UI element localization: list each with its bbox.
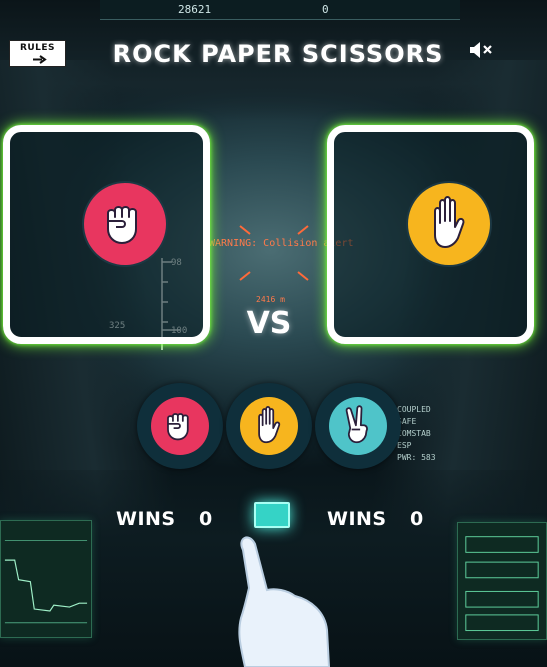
rules-button[interactable]: RULES xyxy=(9,40,66,67)
player-pick-ring xyxy=(82,181,168,267)
fist-icon xyxy=(151,397,209,455)
game-title: ROCK PAPER SCISSORS xyxy=(112,40,444,68)
fist-icon xyxy=(84,183,166,265)
house-pick-card xyxy=(327,125,534,344)
rock-choice-button[interactable] xyxy=(137,383,223,469)
systems-item: COMSTAB xyxy=(397,429,431,438)
left-console-screen xyxy=(0,520,92,638)
systems-item: PWR: 583 xyxy=(397,453,436,462)
speaker-muted-icon[interactable] xyxy=(468,40,494,60)
right-screen-bars xyxy=(465,536,539,632)
peace-hand-icon xyxy=(329,397,387,455)
house-pick-ring xyxy=(406,181,492,267)
house-wins-value: 0 xyxy=(410,508,424,530)
rules-label: RULES xyxy=(19,43,56,53)
hud-top-bar: 28621 0 xyxy=(100,0,460,20)
systems-item: SAFE xyxy=(397,417,417,426)
targeting-reticle xyxy=(239,225,309,281)
player-wins-value: 0 xyxy=(199,508,213,530)
left-screen-graph xyxy=(4,540,88,624)
right-console-screen xyxy=(457,522,547,640)
hud-top-number-right: 0 xyxy=(322,3,329,16)
systems-list: COUPLED SAFE COMSTAB ESP PWR: 583 xyxy=(397,404,436,464)
player-pick-token xyxy=(84,183,166,265)
scissors-choice-button[interactable] xyxy=(315,383,401,469)
house-pick-token xyxy=(408,183,490,265)
systems-item: ESP xyxy=(397,441,412,450)
player-wins-label: WINS xyxy=(116,508,176,530)
open-hand-icon xyxy=(240,397,298,455)
scissors-choice-token xyxy=(329,397,387,455)
paper-choice-button[interactable] xyxy=(226,383,312,469)
hud-top-number-left: 28621 xyxy=(178,3,212,16)
open-hand-icon xyxy=(408,183,490,265)
pilot-hand-image xyxy=(238,536,331,667)
rock-choice-token xyxy=(151,397,209,455)
house-wins-label: WINS xyxy=(327,508,387,530)
versus-label: VS xyxy=(246,306,292,341)
console-glow-pad xyxy=(254,502,290,528)
hud-distance: 2416 m xyxy=(256,295,285,304)
arrow-right-icon xyxy=(33,55,47,64)
paper-choice-token xyxy=(240,397,298,455)
systems-item: COUPLED xyxy=(397,405,431,414)
player-pick-card xyxy=(3,125,210,344)
